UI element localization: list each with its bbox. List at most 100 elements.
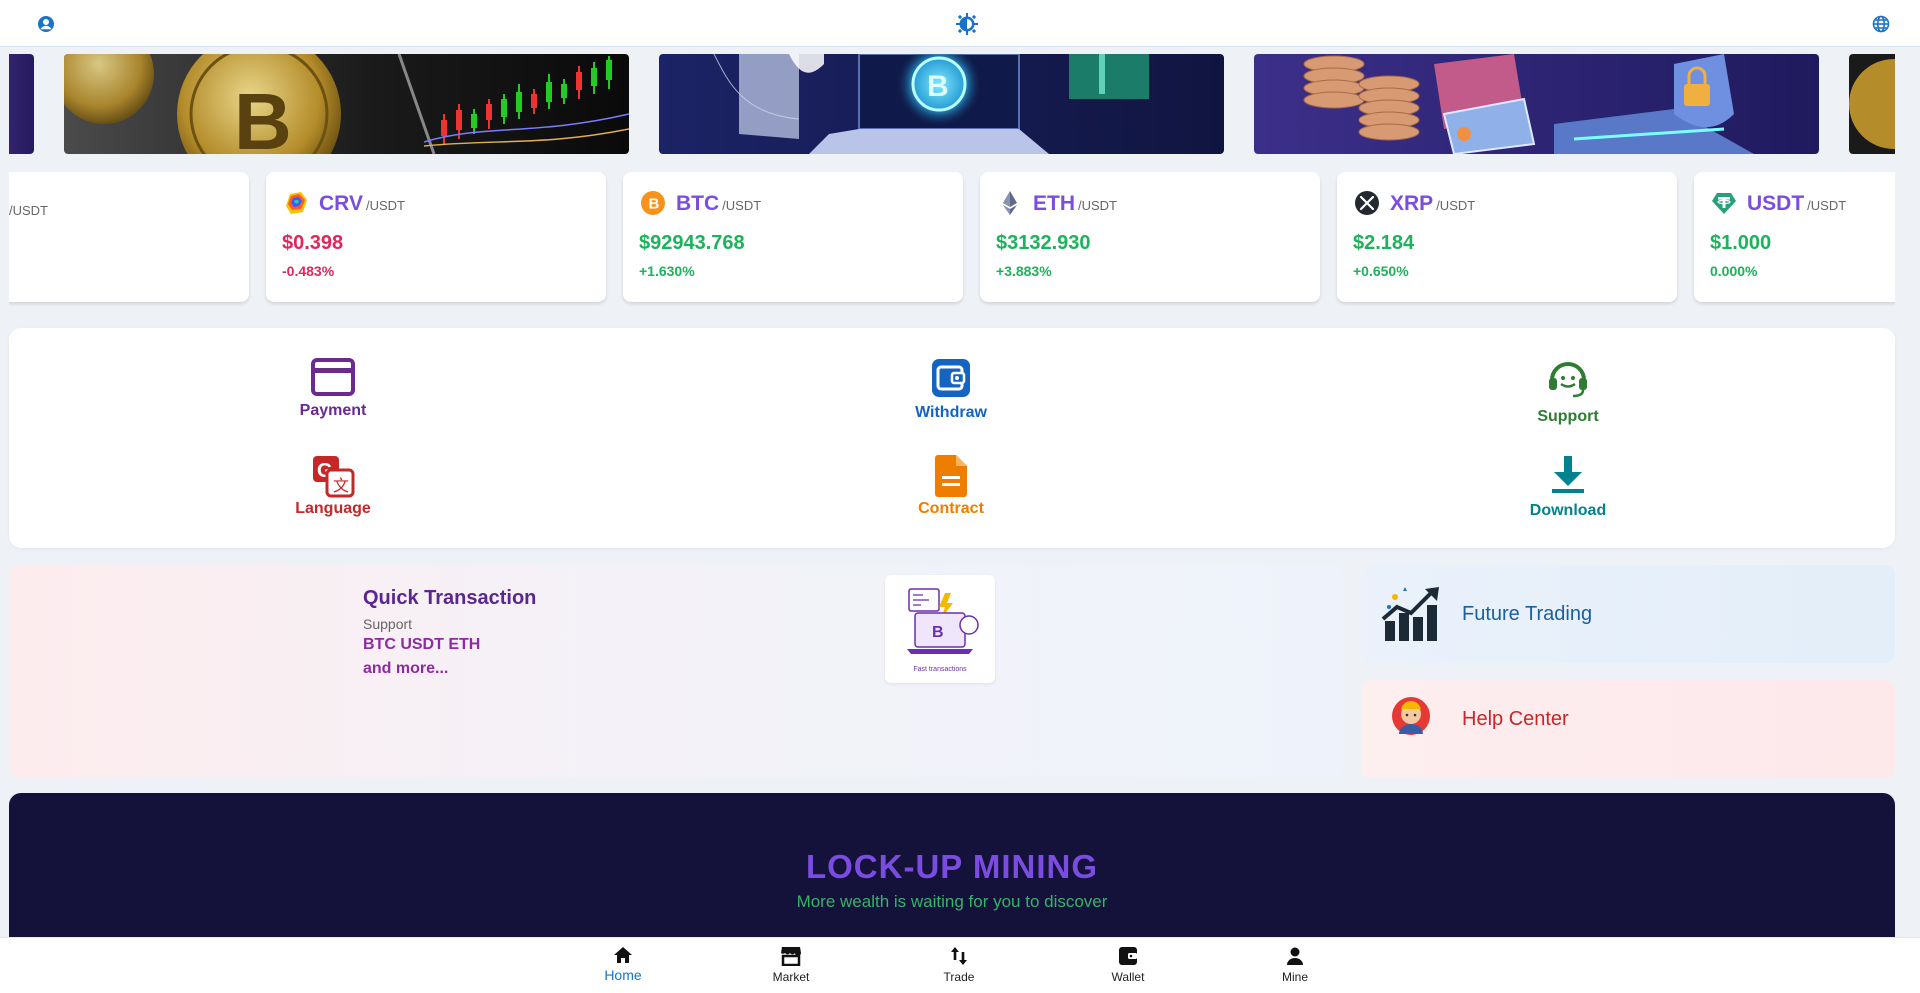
growth-chart-icon <box>1381 587 1439 641</box>
headset-icon <box>1549 362 1587 398</box>
crv-logo-icon <box>286 192 307 214</box>
banner-carousel[interactable]: B B <box>9 54 1895 154</box>
coins-security-image <box>1254 54 1819 154</box>
ticker-pair: /USDT <box>722 198 762 213</box>
ticker-change: 0.000% <box>1710 263 1758 279</box>
language-button[interactable]: G 文 Language <box>233 454 433 518</box>
payment-button[interactable]: Payment <box>233 358 433 420</box>
ticker-card-xrp[interactable]: XRP/USDT $2.184 +0.650% <box>1337 172 1677 302</box>
language-label: Language <box>295 500 371 517</box>
ticker-pair: /USDT <box>1807 198 1847 213</box>
nav-wallet[interactable]: Wallet <box>1073 946 1183 984</box>
ticker-change: +3.883% <box>996 263 1052 279</box>
user-circle-icon[interactable] <box>36 14 56 34</box>
ticker-pair: /USDT <box>1436 198 1476 213</box>
fast-transactions-caption: Fast transactions <box>913 666 967 673</box>
document-icon <box>935 455 967 497</box>
ticker-price: $2.184 <box>1353 232 1415 254</box>
future-trading-card[interactable]: Future Trading <box>1361 565 1895 663</box>
user-icon <box>1287 947 1303 965</box>
ticker-symbol: ETH <box>1033 192 1075 215</box>
banner-partial-right[interactable] <box>1849 54 1895 154</box>
ticker-change: +0.650% <box>1353 263 1409 279</box>
top-bar <box>0 0 1920 47</box>
nav-wallet-label: Wallet <box>1111 970 1145 984</box>
market-store-icon <box>781 947 801 966</box>
lockup-mining-title: LOCK-UP MINING <box>805 848 1099 885</box>
btc-logo-icon: B <box>641 191 665 215</box>
nav-home[interactable]: Home <box>568 946 678 983</box>
contract-label: Contract <box>918 500 984 517</box>
withdraw-button[interactable]: Withdraw <box>851 358 1051 422</box>
payment-label: Payment <box>299 402 367 419</box>
withdraw-label: Withdraw <box>915 404 987 421</box>
svg-text:B: B <box>927 70 949 103</box>
quick-transaction-card[interactable]: Quick Transaction Support BTC USDT ETH a… <box>9 565 1343 777</box>
nav-trade-label: Trade <box>943 970 975 984</box>
support-label: Support <box>1537 408 1599 425</box>
ticker-symbol: USDT <box>1747 192 1805 215</box>
ticker-price: $3132.930 <box>996 232 1091 254</box>
contract-button[interactable]: Contract <box>851 454 1051 518</box>
help-agent-icon <box>1392 697 1430 735</box>
credit-card-icon <box>311 358 355 396</box>
theme-toggle-icon[interactable] <box>956 13 978 35</box>
help-center-card[interactable]: Help Center <box>1361 680 1895 778</box>
quick-transaction-title: Quick Transaction <box>363 587 537 609</box>
nav-home-label: Home <box>604 967 642 983</box>
eth-logo-icon <box>1003 191 1017 215</box>
quick-transaction-support-label: Support <box>363 616 413 632</box>
support-button[interactable]: Support <box>1468 356 1668 426</box>
download-label: Download <box>1529 502 1607 519</box>
ticker-symbol: XRP <box>1390 192 1434 215</box>
laptop-transaction-icon: B <box>907 588 979 654</box>
svg-text:B: B <box>649 196 660 213</box>
bitcoin-laptop-banner[interactable]: B <box>659 54 1224 154</box>
ticker-card-crv[interactable]: CRV/USDT $0.398 -0.483% <box>266 172 606 302</box>
bottom-navigation: Home Market Trade Wallet Mine <box>0 937 1920 993</box>
bitcoin-laptop-image: B <box>659 54 1224 154</box>
ticker-card-partial[interactable]: /USDT <box>9 172 249 302</box>
bitcoin-chart-banner[interactable]: B <box>64 54 629 154</box>
globe-icon[interactable] <box>1871 14 1891 34</box>
future-trading-label: Future Trading <box>1462 603 1593 625</box>
banner-partial-left[interactable] <box>9 54 34 154</box>
download-icon <box>1552 456 1584 493</box>
nav-market[interactable]: Market <box>736 946 846 984</box>
svg-text:文: 文 <box>333 477 349 495</box>
ticker-card-eth[interactable]: ETH/USDT $3132.930 +3.883% <box>980 172 1320 302</box>
ticker-price: $0.398 <box>282 232 344 254</box>
crypto-coins-security-banner[interactable] <box>1254 54 1819 154</box>
svg-text:B: B <box>234 77 292 154</box>
ticker-carousel[interactable]: /USDT CRV/USDT $0.398 -0.483% B BTC/USDT… <box>9 172 1895 312</box>
ticker-pair: /USDT <box>9 203 48 218</box>
ticker-change: +1.630% <box>639 263 695 279</box>
home-icon <box>614 947 632 963</box>
trade-arrows-icon <box>951 947 967 965</box>
nav-trade[interactable]: Trade <box>904 946 1014 984</box>
download-button[interactable]: Download <box>1468 454 1668 520</box>
svg-text:B: B <box>932 624 944 641</box>
quick-transaction-more: and more... <box>363 660 449 677</box>
ticker-pair: /USDT <box>1078 198 1117 213</box>
lockup-mining-subtitle: More wealth is waiting for you to discov… <box>796 892 1108 911</box>
quick-menu: Payment Withdraw Support G 文 Language Co… <box>9 328 1895 548</box>
wallet-icon <box>932 359 970 397</box>
ticker-change: -0.483% <box>282 263 335 279</box>
ticker-symbol: CRV <box>319 192 363 215</box>
ticker-price: $92943.768 <box>639 232 745 254</box>
ticker-symbol: BTC <box>676 192 720 215</box>
quick-transaction-coins: BTC USDT ETH <box>363 636 481 653</box>
ticker-card-btc[interactable]: B BTC/USDT $92943.768 +1.630% <box>623 172 963 302</box>
xrp-logo-icon <box>1355 191 1379 215</box>
fast-transactions-image: B Fast transactions <box>885 575 995 683</box>
bitcoin-chart-image: B <box>64 54 629 154</box>
nav-mine-label: Mine <box>1281 970 1308 984</box>
wallet-icon <box>1119 947 1137 965</box>
ticker-price: $1.000 <box>1710 232 1772 254</box>
translate-icon: G 文 <box>313 456 355 498</box>
nav-mine[interactable]: Mine <box>1240 946 1350 984</box>
ticker-card-usdt[interactable]: USDT/USDT $1.000 0.000% <box>1694 172 1895 302</box>
nav-market-label: Market <box>772 970 810 984</box>
ticker-pair: /USDT <box>365 198 405 213</box>
